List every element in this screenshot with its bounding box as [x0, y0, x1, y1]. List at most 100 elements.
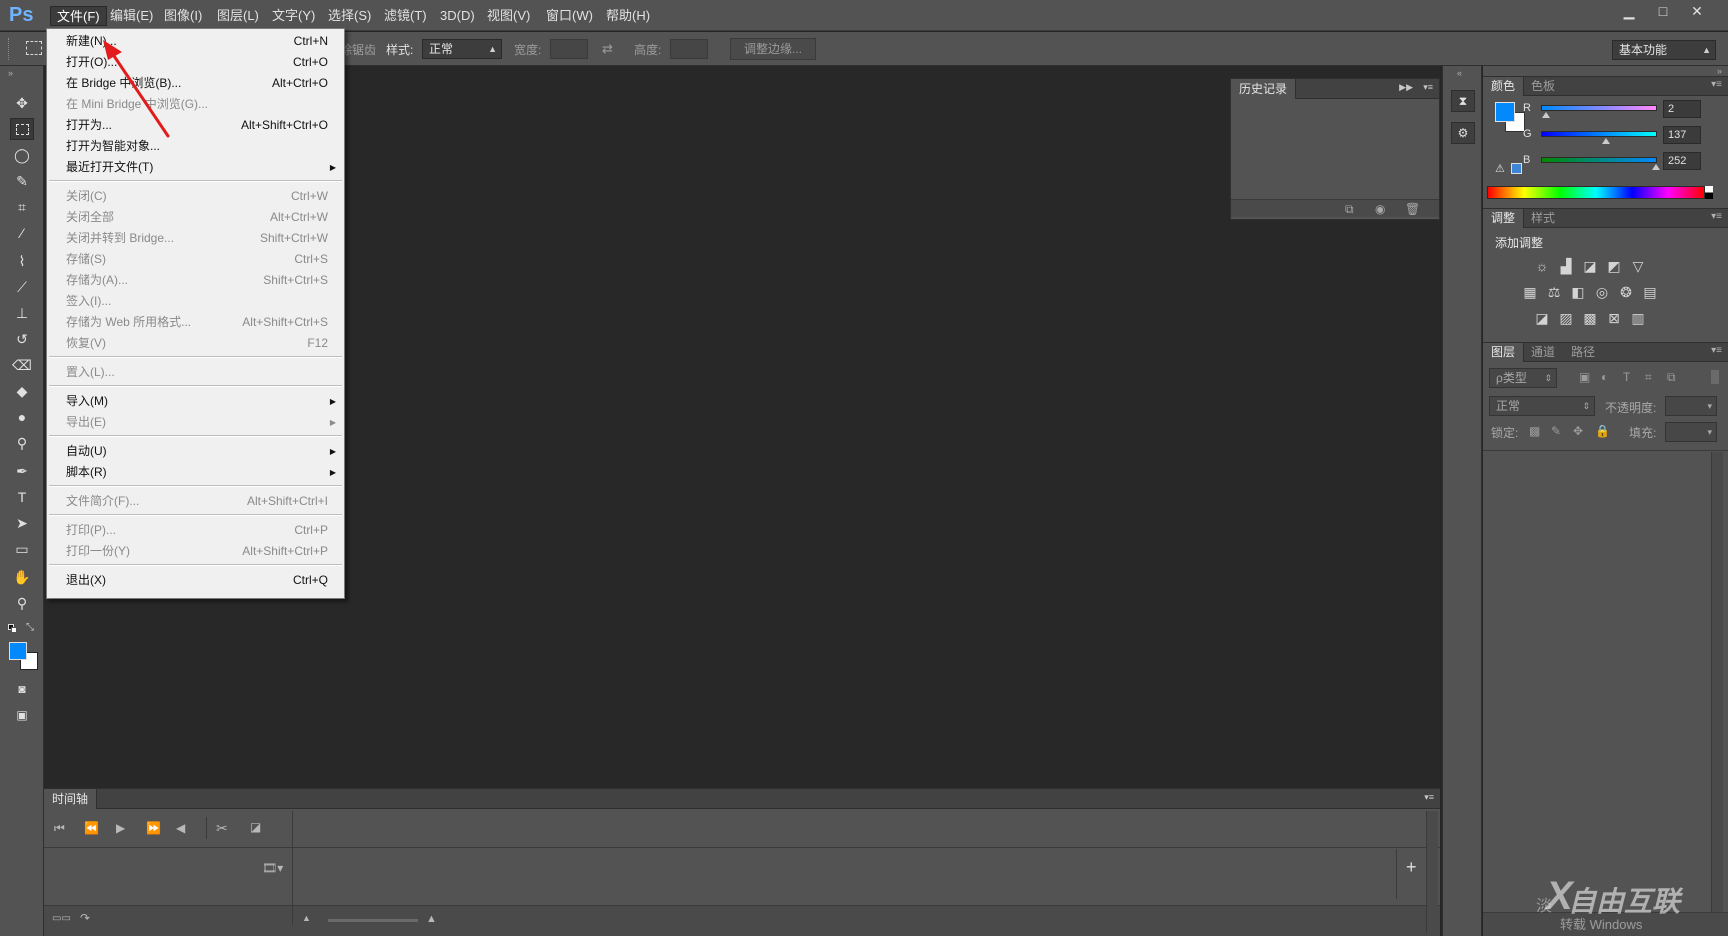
play-icon[interactable]: ▶	[116, 821, 125, 835]
properties-dock-icon[interactable]: ⚙	[1451, 122, 1475, 144]
split-scissors-icon[interactable]: ✂	[216, 820, 228, 837]
trash-icon[interactable]: 🗑	[1405, 202, 1420, 216]
type-tool-icon[interactable]: T	[10, 486, 34, 508]
menu-3d[interactable]: 3D(D)	[434, 6, 481, 26]
new-document-from-state-icon[interactable]: ⧉	[1345, 202, 1354, 217]
history-dock-icon[interactable]: ⧗	[1451, 90, 1475, 112]
panel-menu-icon[interactable]: ▾≡	[1423, 82, 1433, 93]
convert-to-frame-animation-icon[interactable]: ▭▭	[52, 913, 71, 924]
pen-tool-icon[interactable]: ✒	[10, 460, 34, 482]
panel-menu-icon[interactable]: ▾≡	[1711, 345, 1722, 356]
color-balance-icon[interactable]: ⚖	[1545, 284, 1563, 300]
lasso-tool-icon[interactable]: ◯	[10, 144, 34, 166]
tab-swatches[interactable]: 色板	[1523, 77, 1563, 96]
lock-image-icon[interactable]: ✎	[1551, 424, 1561, 438]
path-selection-tool-icon[interactable]: ➤	[10, 512, 34, 534]
next-frame-icon[interactable]: ⏩	[146, 821, 161, 835]
options-grip[interactable]	[8, 38, 11, 60]
collapse-icon[interactable]: »	[8, 68, 13, 78]
filter-smart-object-icon[interactable]: ⧉	[1667, 370, 1676, 385]
color-spectrum-ramp[interactable]	[1487, 186, 1705, 199]
filter-shape-icon[interactable]: ⌗	[1645, 370, 1652, 385]
black-white-icon[interactable]: ◧	[1569, 284, 1587, 300]
menu-filter[interactable]: 滤镜(T)	[378, 6, 433, 26]
green-slider[interactable]	[1541, 131, 1657, 137]
file-menu-item[interactable]: 脚本(R) ▶	[47, 462, 344, 483]
blue-slider[interactable]	[1541, 157, 1657, 163]
hand-tool-icon[interactable]: ✋	[10, 566, 34, 588]
blend-mode-select[interactable]: 正常 ⇕	[1489, 396, 1595, 416]
swap-colors-icon[interactable]: ⤡	[26, 622, 34, 633]
snapshot-icon[interactable]: ◉	[1375, 202, 1385, 216]
audio-icon[interactable]: ◀	[176, 821, 185, 835]
menu-edit[interactable]: 编辑(E)	[104, 6, 159, 26]
tab-history[interactable]: 历史记录	[1231, 79, 1297, 99]
clone-stamp-tool-icon[interactable]: ⊥	[10, 302, 34, 324]
color-foreground-swatch[interactable]	[1495, 102, 1515, 122]
filter-toggle[interactable]	[1711, 370, 1719, 384]
tab-channels[interactable]: 通道	[1523, 343, 1563, 362]
tab-timeline[interactable]: 时间轴	[44, 789, 98, 809]
posterize-icon[interactable]: ▨	[1557, 310, 1575, 326]
filter-type-icon[interactable]: T	[1623, 370, 1630, 384]
collapse-icon[interactable]: »	[1717, 66, 1722, 76]
opacity-input[interactable]: ▾	[1665, 396, 1717, 416]
red-slider-thumb[interactable]	[1542, 112, 1550, 118]
filter-pixel-icon[interactable]: ▣	[1579, 370, 1590, 384]
black-white-ramp[interactable]	[1705, 186, 1713, 199]
layers-scrollbar[interactable]	[1711, 452, 1723, 926]
selective-color-icon[interactable]: ⊠	[1605, 310, 1623, 326]
threshold-icon[interactable]: ▩	[1581, 310, 1599, 326]
vibrance-icon[interactable]: ▽	[1629, 258, 1647, 274]
quick-mask-icon[interactable]: ◙	[10, 678, 34, 700]
minimize-button[interactable]: ▁	[1612, 0, 1646, 24]
swap-icon[interactable]: ⇄	[602, 41, 613, 57]
move-tool-icon[interactable]: ✥	[10, 92, 34, 114]
menu-select[interactable]: 选择(S)	[322, 6, 377, 26]
width-input[interactable]	[550, 39, 588, 59]
crop-tool-icon[interactable]: ⌗	[10, 196, 34, 218]
quick-selection-tool-icon[interactable]: ✎	[10, 170, 34, 192]
healing-brush-tool-icon[interactable]: ⌇	[10, 250, 34, 272]
close-button[interactable]: ✕	[1680, 0, 1714, 24]
default-colors-icon[interactable]	[8, 624, 18, 634]
invert-icon[interactable]: ◪	[1533, 310, 1551, 326]
tab-layers[interactable]: 图层	[1483, 343, 1525, 362]
brightness-contrast-icon[interactable]: ☼	[1533, 258, 1551, 274]
tab-adjustments[interactable]: 调整	[1483, 209, 1525, 228]
green-slider-thumb[interactable]	[1602, 138, 1610, 144]
file-menu-item[interactable]: 新建(N)... Ctrl+N	[47, 31, 344, 52]
file-menu-item[interactable]: 打开为... Alt+Shift+Ctrl+O	[47, 115, 344, 136]
red-slider[interactable]	[1541, 105, 1657, 111]
menu-window[interactable]: 窗口(W)	[540, 6, 599, 26]
panel-menu-icon[interactable]: ▾≡	[1711, 211, 1722, 222]
menu-file[interactable]: 文件(F)	[50, 6, 107, 26]
zoom-tool-icon[interactable]: ⚲	[10, 592, 34, 614]
paint-bucket-tool-icon[interactable]: ◆	[10, 380, 34, 402]
photo-filter-icon[interactable]: ◎	[1593, 284, 1611, 300]
hue-saturation-icon[interactable]: ▦	[1521, 284, 1539, 300]
lock-transparent-icon[interactable]: ▩	[1529, 424, 1540, 438]
blue-slider-thumb[interactable]	[1652, 164, 1660, 170]
red-value-input[interactable]: 2	[1663, 100, 1701, 118]
tab-color[interactable]: 颜色	[1483, 77, 1525, 96]
zoom-out-icon[interactable]: ▲	[302, 913, 311, 923]
history-brush-tool-icon[interactable]: ↺	[10, 328, 34, 350]
dodge-tool-icon[interactable]: ⚲	[10, 432, 34, 454]
panel-menu-icon[interactable]: ▾≡	[1711, 79, 1722, 90]
height-input[interactable]	[670, 39, 708, 59]
marquee-preset-icon[interactable]	[26, 41, 42, 55]
workspace-select[interactable]: 基本功能 ▲	[1612, 40, 1716, 60]
file-menu-item[interactable]: 在 Bridge 中浏览(B)... Alt+Ctrl+O	[47, 73, 344, 94]
curves-icon[interactable]: ◪	[1581, 258, 1599, 274]
file-menu-item[interactable]: 打开为智能对象...	[47, 136, 344, 157]
layer-filter-select[interactable]: ρ类型 ⇕	[1489, 368, 1557, 388]
lock-all-icon[interactable]: 🔒	[1595, 424, 1610, 438]
green-value-input[interactable]: 137	[1663, 126, 1701, 144]
eraser-tool-icon[interactable]: ⌫	[10, 354, 34, 376]
menu-help[interactable]: 帮助(H)	[600, 6, 656, 26]
previous-frame-icon[interactable]: ⏪	[84, 821, 99, 835]
file-menu-item[interactable]: 导入(M) ▶	[47, 391, 344, 412]
style-select[interactable]: 正常 ▲	[422, 39, 502, 59]
levels-icon[interactable]: ▟	[1557, 258, 1575, 274]
